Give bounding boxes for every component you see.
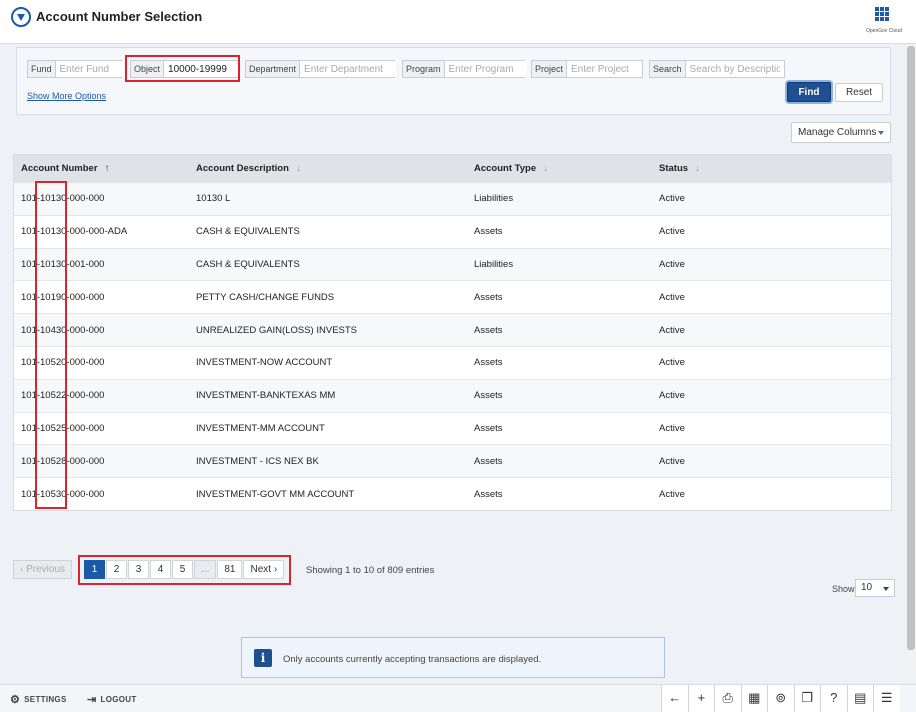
previous-page-button[interactable]: ‹ Previous <box>13 560 73 579</box>
print-icon[interactable]: ⎙ <box>714 685 741 712</box>
info-icon: i <box>254 649 272 667</box>
page-button-5[interactable]: 5 <box>172 560 194 579</box>
page-button-4[interactable]: 4 <box>150 560 172 579</box>
column-status[interactable]: Status ↓ <box>659 163 891 174</box>
table-row[interactable]: 101-10522-000-000 INVESTMENT-BANKTEXAS MM… <box>14 378 891 412</box>
program-label: Program <box>403 61 445 77</box>
page-button-1[interactable]: 1 <box>84 560 106 579</box>
page-size-label: Show <box>832 584 855 594</box>
object-filter: Object <box>130 60 240 78</box>
binoculars-icon[interactable]: ⊚ <box>767 685 794 712</box>
scrollbar-thumb[interactable] <box>907 46 915 650</box>
page-ellipsis: ... <box>194 560 217 579</box>
entries-info: Showing 1 to 10 of 809 entries <box>306 565 435 576</box>
page-title: Account Number Selection <box>36 9 203 24</box>
next-page-button[interactable]: Next › <box>243 560 285 579</box>
logout-label: LOGOUT <box>100 695 137 704</box>
vertical-scrollbar[interactable] <box>906 44 916 684</box>
table-row[interactable]: 101-10520-000-000 INVESTMENT-NOW ACCOUNT A… <box>14 345 891 379</box>
column-account-number[interactable]: Account Number ↑ <box>14 163 196 174</box>
project-label: Project <box>532 61 568 77</box>
sort-descending-icon: ↓ <box>695 163 701 174</box>
sort-descending-icon: ↓ <box>295 163 301 174</box>
fund-label: Fund <box>28 61 56 77</box>
column-account-type[interactable]: Account Type ↓ <box>474 163 659 174</box>
search-input[interactable] <box>685 61 784 77</box>
table-row[interactable]: 101-10130-000-000-ADA CASH & EQUIVALENTS A… <box>14 214 891 248</box>
calendar-icon[interactable]: ▤ <box>846 685 873 712</box>
table-row[interactable]: 101-10430-000-000 UNREALIZED GAIN(LOSS) I… <box>14 313 891 346</box>
bottom-bar: ⚙ SETTINGS ⇥ LOGOUT ← + ⎙ ▦ ⊚ ❐ ? ▤ ☰ <box>0 684 916 712</box>
chevron-down-icon <box>878 131 884 135</box>
help-icon[interactable]: ? <box>820 685 847 712</box>
grid-view-icon[interactable]: ▦ <box>740 685 767 712</box>
table-row[interactable]: 101-10190-000-000 PETTY CASH/CHANGE FUNDS… <box>14 280 891 313</box>
action-toolbar: ← + ⎙ ▦ ⊚ ❐ ? ▤ ☰ <box>661 685 900 712</box>
department-filter: Department <box>245 60 397 78</box>
page-button-81[interactable]: 81 <box>217 560 243 579</box>
find-button[interactable]: Find <box>787 82 831 102</box>
column-account-description[interactable]: Account Description ↓ <box>196 163 474 174</box>
department-input[interactable] <box>300 61 397 77</box>
table-row[interactable]: 101-10528-000-000 INVESTMENT - ICS NEX BK… <box>14 444 891 478</box>
logo-icon <box>11 7 31 27</box>
back-arrow-icon[interactable]: ← <box>661 685 688 712</box>
object-input[interactable] <box>164 61 239 77</box>
apps-grid-icon[interactable] <box>875 7 889 21</box>
copy-icon[interactable]: ❐ <box>793 685 820 712</box>
logout-button[interactable]: ⇥ LOGOUT <box>87 693 137 706</box>
sort-ascending-icon: ↑ <box>104 163 110 174</box>
manage-columns-label: Manage Columns <box>798 127 877 138</box>
sort-descending-icon: ↓ <box>543 163 549 174</box>
show-more-options-link[interactable]: Show More Options <box>27 91 106 101</box>
table-row[interactable]: 101-10525-000-000 INVESTMENT-MM ACCOUNT As… <box>14 411 891 445</box>
manage-columns-button[interactable]: Manage Columns <box>791 122 891 143</box>
search-label: Search <box>650 61 686 77</box>
accounts-table: Account Number ↑ Account Description ↓ Acc… <box>13 154 892 511</box>
pagination: ‹ Previous 1 2 3 4 5 ... 81 Next › <box>13 560 285 579</box>
table-row[interactable]: 101-10130-001-000 CASH & EQUIVALENTS Liabi… <box>14 247 891 281</box>
search-filter: Search <box>649 60 785 78</box>
page-button-3[interactable]: 3 <box>128 560 150 579</box>
app-header: Account Number Selection OpenGov Cloud <box>0 0 916 44</box>
info-text: Only accounts currently accepting transa… <box>283 654 542 665</box>
object-label: Object <box>131 61 165 77</box>
plus-icon[interactable]: + <box>687 685 714 712</box>
program-input[interactable] <box>444 61 527 77</box>
settings-label: SETTINGS <box>24 695 67 704</box>
info-message: i Only accounts currently accepting tran… <box>241 637 665 678</box>
page-size-value: 10 <box>861 582 873 593</box>
settings-button[interactable]: ⚙ SETTINGS <box>10 693 67 706</box>
fund-filter: Fund <box>27 60 124 78</box>
chevron-down-icon <box>883 587 889 591</box>
table-header: Account Number ↑ Account Description ↓ Acc… <box>14 155 891 182</box>
program-filter: Program <box>402 60 527 78</box>
table-row[interactable]: 101-10530-000-000 INVESTMENT-GOVT MM ACCO… <box>14 477 891 510</box>
brand-label: OpenGov Cloud <box>866 28 902 34</box>
department-label: Department <box>246 61 301 77</box>
project-input[interactable] <box>567 61 643 77</box>
page-button-2[interactable]: 2 <box>106 560 128 579</box>
logout-icon: ⇥ <box>87 694 97 706</box>
page-size-select[interactable]: 10 <box>855 579 895 597</box>
reset-button[interactable]: Reset <box>835 83 883 102</box>
fund-input[interactable] <box>55 61 124 77</box>
table-row[interactable]: 101-10130-000-000 10130 L Liabilities Activ… <box>14 182 891 215</box>
project-filter: Project <box>531 60 643 78</box>
hierarchy-icon[interactable]: ☰ <box>873 685 900 712</box>
gear-icon: ⚙ <box>10 694 21 706</box>
filter-panel: Fund Object Department Program Project S… <box>16 47 891 115</box>
